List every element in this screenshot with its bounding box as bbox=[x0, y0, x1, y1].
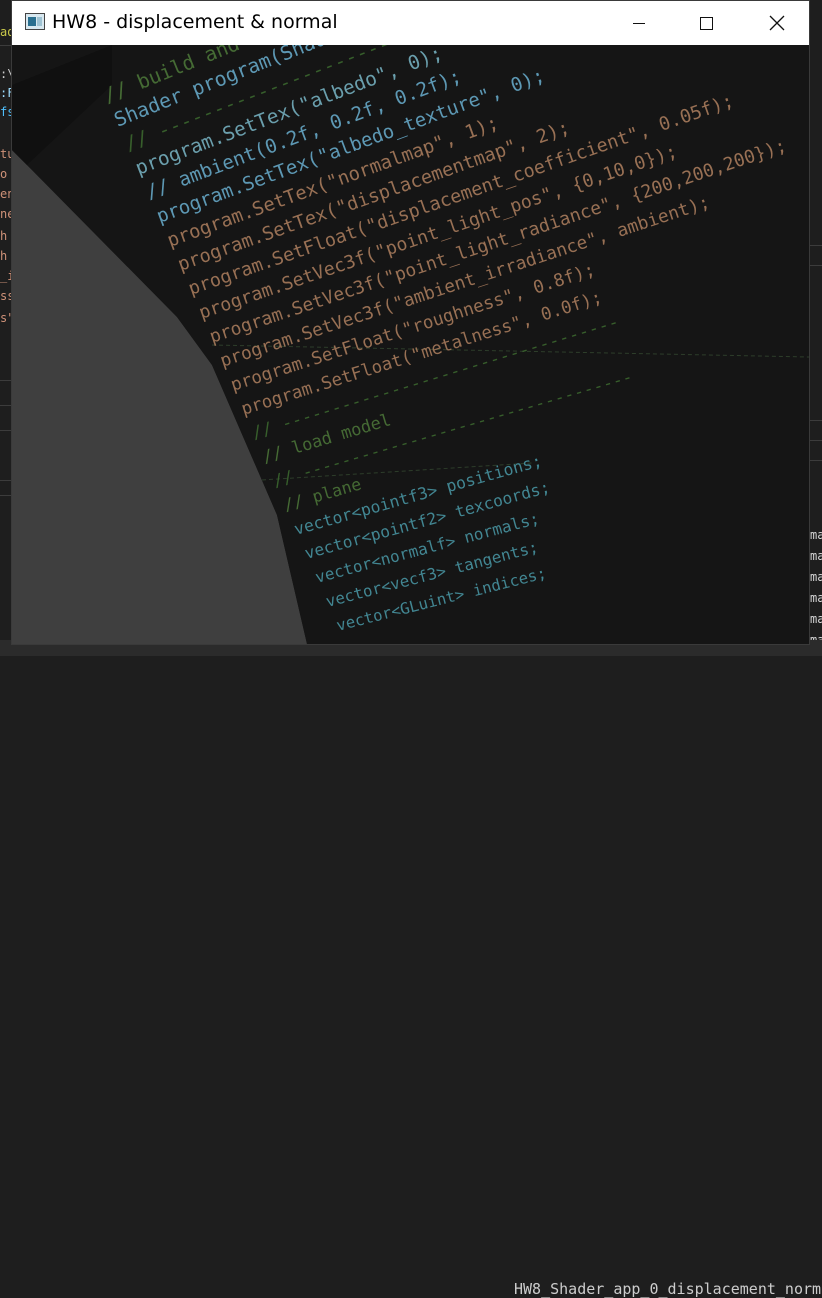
terminal-fragment: ma bbox=[810, 528, 822, 542]
terminal-fragment: ma bbox=[810, 570, 822, 584]
maximize-icon bbox=[699, 16, 713, 30]
background-editor-right: mamamamamama bbox=[810, 0, 822, 656]
editor-divider bbox=[810, 265, 822, 266]
editor-divider bbox=[810, 460, 822, 461]
window-title: HW8 - displacement & normal bbox=[52, 11, 338, 33]
close-button[interactable] bbox=[754, 1, 800, 45]
render-viewport[interactable]: // build and linkShader program(ShaderTy… bbox=[12, 45, 809, 644]
minimize-button[interactable] bbox=[616, 1, 662, 45]
title-bar[interactable]: HW8 - displacement & normal bbox=[12, 1, 809, 45]
editor-fragment: o bbox=[0, 167, 8, 181]
scene-canvas[interactable]: // build and linkShader program(ShaderTy… bbox=[12, 45, 809, 644]
editor-divider bbox=[810, 440, 822, 441]
editor-fragment: h bbox=[0, 229, 8, 243]
terminal-fragment: ma bbox=[810, 549, 822, 563]
app-window: HW8 - displacement & normal program.SetT… bbox=[11, 0, 810, 645]
maximize-button[interactable] bbox=[683, 1, 729, 45]
minimize-icon bbox=[633, 22, 645, 24]
terminal-fragment: ma bbox=[810, 591, 822, 605]
terminal-fragment: ma bbox=[810, 612, 822, 626]
editor-fragment: h bbox=[0, 249, 8, 263]
app-window-icon bbox=[25, 13, 45, 30]
editor-divider bbox=[810, 420, 822, 421]
terminal-line: HW8_Shader_app_0_displacement_norma bbox=[514, 1280, 822, 1298]
editor-divider bbox=[810, 245, 822, 246]
close-icon bbox=[769, 15, 785, 31]
